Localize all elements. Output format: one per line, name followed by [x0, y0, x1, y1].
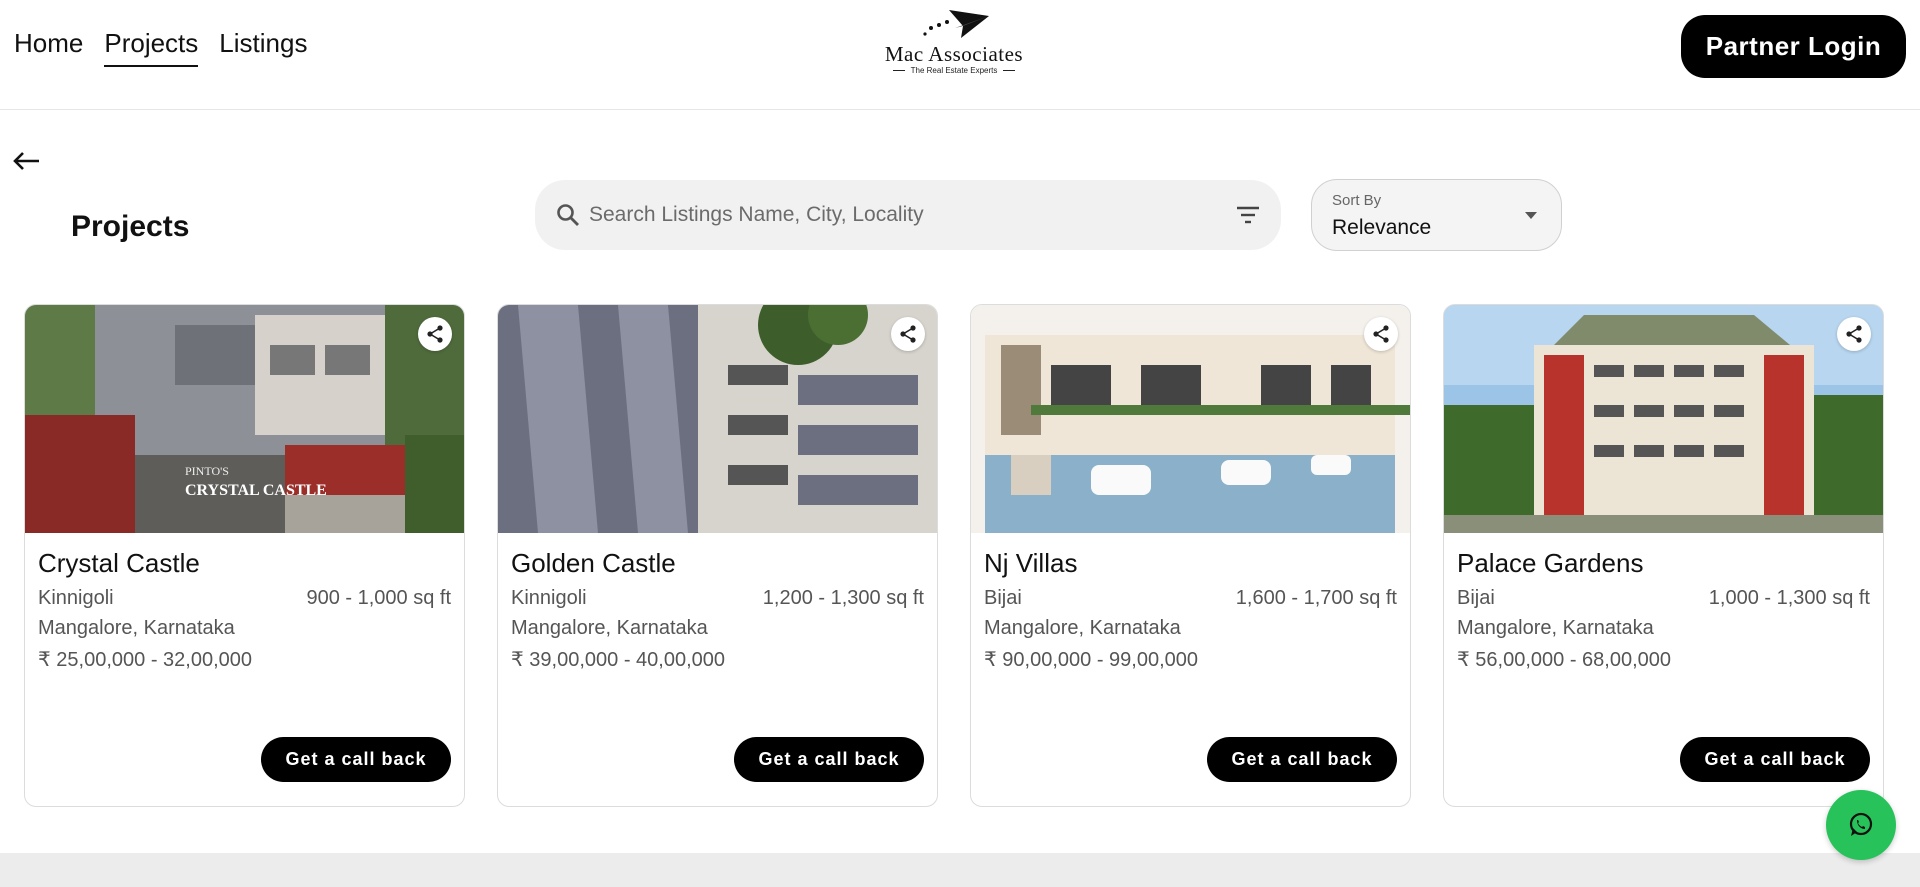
partner-login-button[interactable]: Partner Login [1681, 15, 1906, 78]
project-card[interactable]: Nj Villas Bijai 1,600 - 1,700 sq ft Mang… [970, 304, 1411, 807]
sort-select[interactable]: Sort By Relevance [1311, 179, 1562, 251]
project-city: Mangalore, Karnataka [984, 617, 1181, 639]
project-price: ₹ 56,00,000 - 68,00,000 [1457, 649, 1672, 671]
whatsapp-button[interactable] [1826, 790, 1896, 860]
project-area: 1,000 - 1,300 sq ft [1708, 587, 1870, 609]
site-logo[interactable]: Mac Associates The Real Estate Experts [868, 6, 1040, 86]
arrow-left-icon [13, 152, 39, 170]
project-locality: Kinnigoli [38, 587, 114, 609]
nav-listings[interactable]: Listings [219, 28, 307, 67]
project-card[interactable]: Palace Gardens Bijai 1,000 - 1,300 sq ft… [1443, 304, 1884, 807]
project-area: 1,200 - 1,300 sq ft [762, 587, 924, 609]
share-button[interactable] [1837, 317, 1871, 351]
site-header: Home Projects Listings Mac Associates Th… [0, 0, 1920, 110]
project-price: ₹ 25,00,000 - 32,00,000 [38, 649, 253, 671]
project-area: 1,600 - 1,700 sq ft [1235, 587, 1397, 609]
logo-tagline: The Real Estate Experts [868, 66, 1040, 75]
nav-projects[interactable]: Projects [104, 28, 199, 67]
nav-home[interactable]: Home [14, 28, 83, 67]
project-image [498, 305, 937, 533]
project-name: Palace Gardens [1457, 548, 1644, 578]
project-locality: Kinnigoli [511, 587, 587, 609]
search-bar [535, 180, 1281, 250]
project-image [1444, 305, 1883, 533]
share-button[interactable] [891, 317, 925, 351]
project-card[interactable]: Golden Castle Kinnigoli 1,200 - 1,300 sq… [497, 304, 938, 807]
share-icon [1373, 325, 1389, 343]
project-card[interactable]: PINTO'S CRYSTAL CASTLE Crystal Castle Ki… [24, 304, 465, 807]
get-call-back-button[interactable]: Get a call back [1680, 737, 1870, 782]
project-area: 900 - 1,000 sq ft [306, 587, 451, 609]
project-locality: Bijai [1457, 587, 1495, 609]
sort-value: Relevance [1332, 216, 1432, 239]
caret-down-icon [1525, 212, 1537, 219]
project-city: Mangalore, Karnataka [38, 617, 235, 639]
project-price: ₹ 39,00,000 - 40,00,000 [511, 649, 726, 671]
back-button[interactable] [12, 146, 42, 176]
project-name: Crystal Castle [38, 548, 200, 578]
sign-text-main: CRYSTAL CASTLE [185, 482, 327, 499]
whatsapp-icon [1849, 812, 1873, 836]
paper-plane-logo-icon [923, 10, 989, 38]
project-name: Nj Villas [984, 548, 1078, 578]
sort-label: Sort By [1332, 192, 1382, 209]
share-button[interactable] [1364, 317, 1398, 351]
project-city: Mangalore, Karnataka [1457, 617, 1654, 639]
get-call-back-button[interactable]: Get a call back [734, 737, 924, 782]
project-image [971, 305, 1410, 533]
sign-text-top: PINTO'S [185, 464, 229, 478]
search-icon [557, 204, 579, 226]
filter-icon[interactable] [1235, 202, 1261, 228]
logo-name: Mac Associates [884, 42, 1024, 66]
search-input[interactable] [589, 194, 1189, 236]
project-name: Golden Castle [511, 548, 676, 578]
project-image: PINTO'S CRYSTAL CASTLE [25, 305, 464, 533]
project-city: Mangalore, Karnataka [511, 617, 708, 639]
share-icon [900, 325, 916, 343]
page-title: Projects [71, 210, 190, 243]
project-cards: PINTO'S CRYSTAL CASTLE Crystal Castle Ki… [24, 304, 1884, 807]
project-price: ₹ 90,00,000 - 99,00,000 [984, 649, 1199, 671]
get-call-back-button[interactable]: Get a call back [1207, 737, 1397, 782]
project-locality: Bijai [984, 587, 1022, 609]
share-icon [427, 325, 443, 343]
get-call-back-button[interactable]: Get a call back [261, 737, 451, 782]
footer-strip [0, 853, 1920, 887]
main-nav: Home Projects Listings [14, 28, 307, 67]
share-button[interactable] [418, 317, 452, 351]
logo-tagline-text: The Real Estate Experts [910, 66, 998, 75]
share-icon [1846, 325, 1862, 343]
